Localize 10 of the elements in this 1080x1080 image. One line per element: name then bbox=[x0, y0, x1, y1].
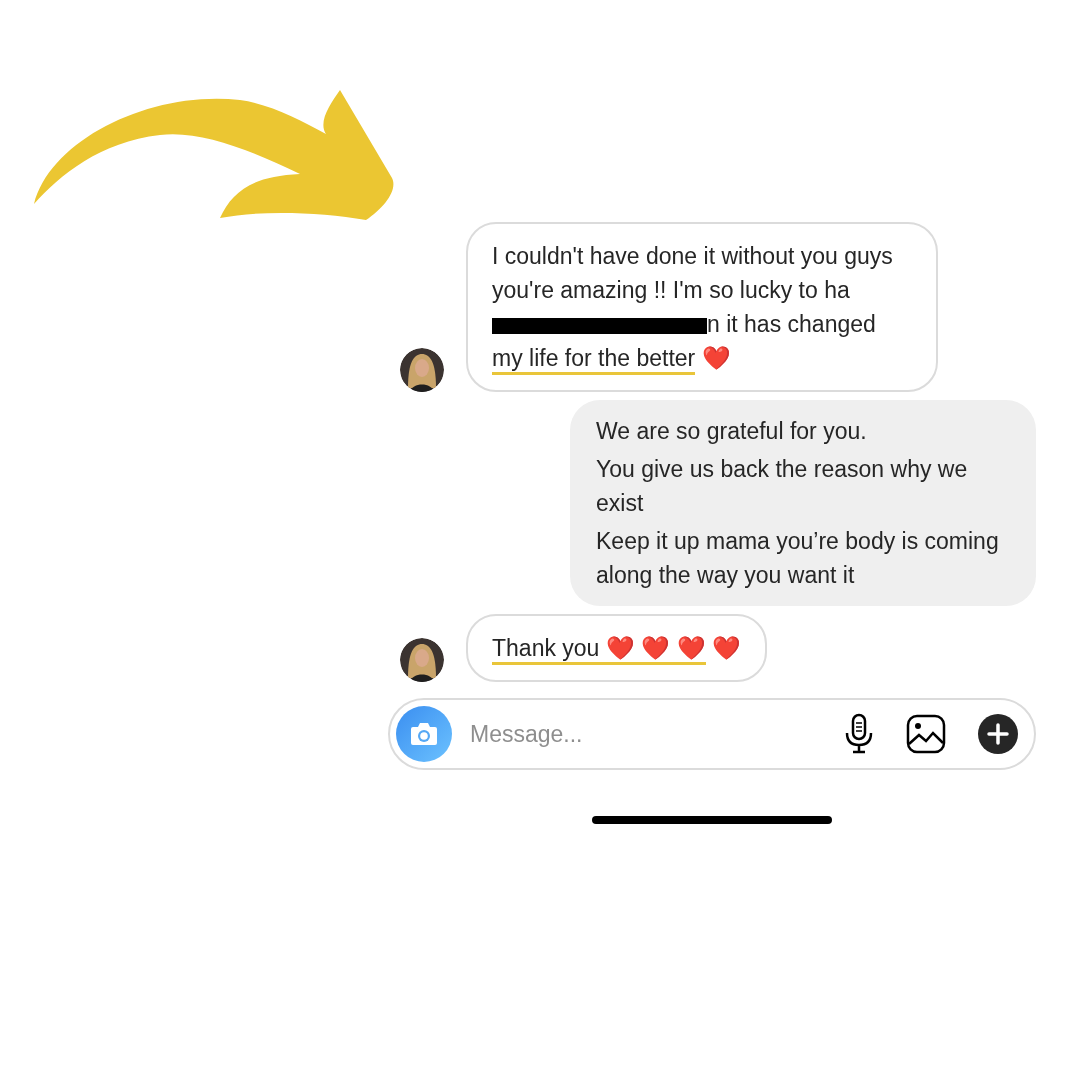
microphone-icon[interactable] bbox=[844, 713, 874, 755]
incoming-message: I couldn't have done it without you guys you're amazing !! I'm so lucky to ha n it has changed my life for the better ❤ bbox=[466, 222, 938, 392]
message-composer[interactable]: Message... bbox=[388, 698, 1036, 770]
plus-icon[interactable] bbox=[978, 714, 1018, 754]
message-field[interactable]: Message... bbox=[468, 716, 828, 752]
camera-button[interactable] bbox=[396, 706, 452, 762]
outgoing-message: We are so grateful for you. You give us back the reason why we exist Keep it up mama you’re body is coming along the way you want it bbox=[570, 400, 1036, 606]
camera-icon bbox=[409, 721, 439, 747]
incoming-message: Thank you ❤ ❤ ❤ ❤ bbox=[466, 614, 767, 682]
image-icon[interactable] bbox=[906, 714, 946, 754]
